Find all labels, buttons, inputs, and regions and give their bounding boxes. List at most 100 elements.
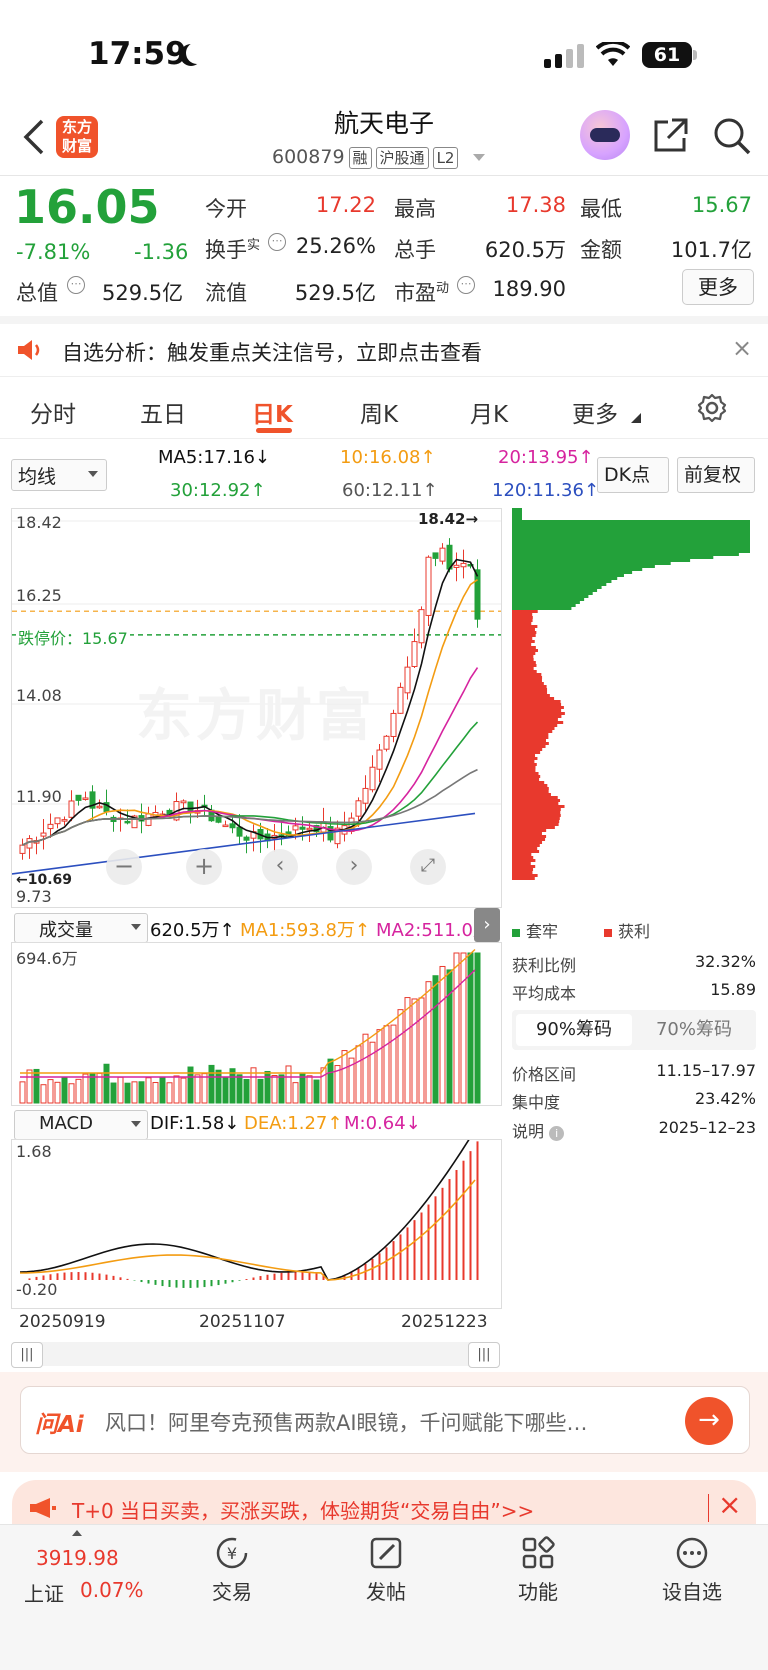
chip-bar <box>512 751 541 754</box>
chart-right-button[interactable]: › <box>336 849 372 885</box>
chip-bar <box>512 592 593 595</box>
chip-bar <box>512 640 535 643</box>
status-time: 17:59 <box>88 36 187 72</box>
note-label-text: 说明 <box>512 1122 545 1141</box>
candle-body <box>82 797 89 800</box>
tag-l2: L2 <box>432 147 459 169</box>
volume-bar <box>243 1078 250 1104</box>
chip-bar <box>512 508 522 511</box>
chart-minus-button[interactable]: − <box>106 849 142 885</box>
candle-body <box>306 827 313 831</box>
chip-bar <box>512 877 535 880</box>
notice-bar[interactable]: 自选分析：触发重点关注信号，立即点击查看 × <box>0 324 768 376</box>
macd-chart-panel[interactable]: 1.68 -0.20 <box>11 1139 502 1309</box>
ai-logo: 问Ai <box>35 1412 84 1438</box>
candle-body <box>180 800 187 804</box>
ad-close-icon[interactable]: × <box>718 1488 741 1521</box>
chip-bar <box>512 712 565 715</box>
robot-avatar-icon[interactable] <box>580 110 630 160</box>
chip-bar <box>512 667 534 670</box>
tag-margin: 融 <box>348 147 372 169</box>
tab-yuek[interactable]: 月K <box>470 395 508 429</box>
chip-bar <box>512 721 564 724</box>
chip-bar <box>512 841 543 844</box>
tab-rik[interactable]: 日K <box>252 395 293 429</box>
tab-wuri[interactable]: 五日 <box>140 395 186 429</box>
tabs-divider <box>0 438 768 439</box>
chip-bar <box>512 586 602 589</box>
range-scrollbar[interactable]: ||| ||| <box>11 1342 500 1368</box>
kline-chart-panel[interactable]: 东方财富 18.42 16.25 14.08 11.90 9.73 18.42→… <box>11 508 502 908</box>
chip-bar <box>512 706 564 709</box>
range-handle-left[interactable]: ||| <box>11 1342 43 1368</box>
volume-bar <box>61 1077 68 1104</box>
chip-bar <box>512 637 533 640</box>
gear-icon[interactable] <box>696 392 728 424</box>
ai-search-bar[interactable]: 问Ai 风口！阿里夸克预售两款AI眼镜，千问赋能下哪些… → <box>20 1386 750 1454</box>
chip-bar <box>512 604 576 607</box>
macd-selector[interactable]: MACD <box>14 1110 148 1140</box>
candle-body <box>19 844 26 854</box>
nav-function[interactable]: 功能 <box>478 1535 598 1605</box>
note-label[interactable]: 说明 i <box>512 1118 565 1142</box>
volume-chart-panel[interactable]: 694.6万 <box>11 942 502 1106</box>
index-ticker[interactable]: 3919.98 上证 0.07% <box>16 1528 156 1618</box>
turnover-label: 换手实 <box>205 234 260 264</box>
chip-bar <box>512 760 535 763</box>
close-icon[interactable]: × <box>732 334 752 362</box>
chip-bar <box>512 778 540 781</box>
volume-bar <box>131 1081 138 1104</box>
chart-left-button[interactable]: ‹ <box>262 849 298 885</box>
candle-body <box>243 836 250 841</box>
ma5-value: MA5:17.16↓ <box>158 447 270 468</box>
tab-zhouk[interactable]: 周K <box>360 395 398 429</box>
turnover-info-icon[interactable]: ⋯ <box>268 233 286 251</box>
candle-body <box>124 820 131 824</box>
adjust-button[interactable]: 前复权 <box>677 457 755 493</box>
nav-post[interactable]: 发帖 <box>326 1535 446 1605</box>
tab-more[interactable]: 更多 <box>572 395 618 429</box>
ai-bar-text: 风口！阿里夸克预售两款AI眼镜，千问赋能下哪些… <box>105 1411 588 1435</box>
info-icon[interactable]: ⋯ <box>67 276 85 294</box>
more-button[interactable]: 更多 <box>682 269 754 305</box>
nav-add-watchlist[interactable]: 设自选 <box>632 1535 752 1605</box>
chip-bar <box>512 553 739 556</box>
candle-body <box>222 824 229 828</box>
pe-info-icon[interactable]: ⋯ <box>457 276 475 294</box>
volume-bar <box>145 1077 152 1104</box>
chip-tab-70[interactable]: 70%筹码 <box>636 1014 752 1046</box>
volume-bar <box>439 965 446 1104</box>
status-bar: 17:59 61 <box>0 0 768 100</box>
volume-bar <box>341 1050 348 1104</box>
dk-point-button[interactable]: DK点 <box>597 457 669 493</box>
chip-bar <box>512 859 536 862</box>
search-icon[interactable] <box>712 116 752 156</box>
volume-bar <box>194 1074 201 1104</box>
ma-selector[interactable]: 均线 <box>11 459 107 491</box>
stock-code-line[interactable]: 600879 融沪股通 L2 <box>272 146 485 169</box>
ai-go-button[interactable]: → <box>685 1397 733 1445</box>
chip-bar <box>512 763 537 766</box>
candle-body <box>355 800 362 817</box>
tab-fenshi[interactable]: 分时 <box>30 395 76 429</box>
avg-cost-label: 平均成本 <box>512 984 577 1003</box>
share-icon[interactable] <box>652 116 690 154</box>
chip-tab-90[interactable]: 90%筹码 <box>516 1014 632 1046</box>
chip-bar <box>512 652 536 655</box>
mktcap-value: 529.5亿 <box>102 281 184 305</box>
chart-plus-button[interactable]: + <box>186 849 222 885</box>
nav-trade[interactable]: ¥ 交易 <box>172 1535 292 1605</box>
trapped-swatch <box>512 929 520 937</box>
chip-bar <box>512 682 544 685</box>
expand-right-button[interactable]: › <box>474 908 500 942</box>
chip-bar <box>512 616 533 619</box>
chip-bar <box>512 574 624 577</box>
chip-bar <box>512 856 534 859</box>
chart-fullscreen-button[interactable]: ⤢ <box>410 849 446 885</box>
chip-bar <box>512 757 538 760</box>
volume-selector[interactable]: 成交量 <box>14 913 148 943</box>
chip-bar <box>512 529 750 532</box>
candle-body <box>439 547 446 562</box>
wifi-icon <box>596 42 630 66</box>
range-handle-right[interactable]: ||| <box>468 1342 500 1368</box>
